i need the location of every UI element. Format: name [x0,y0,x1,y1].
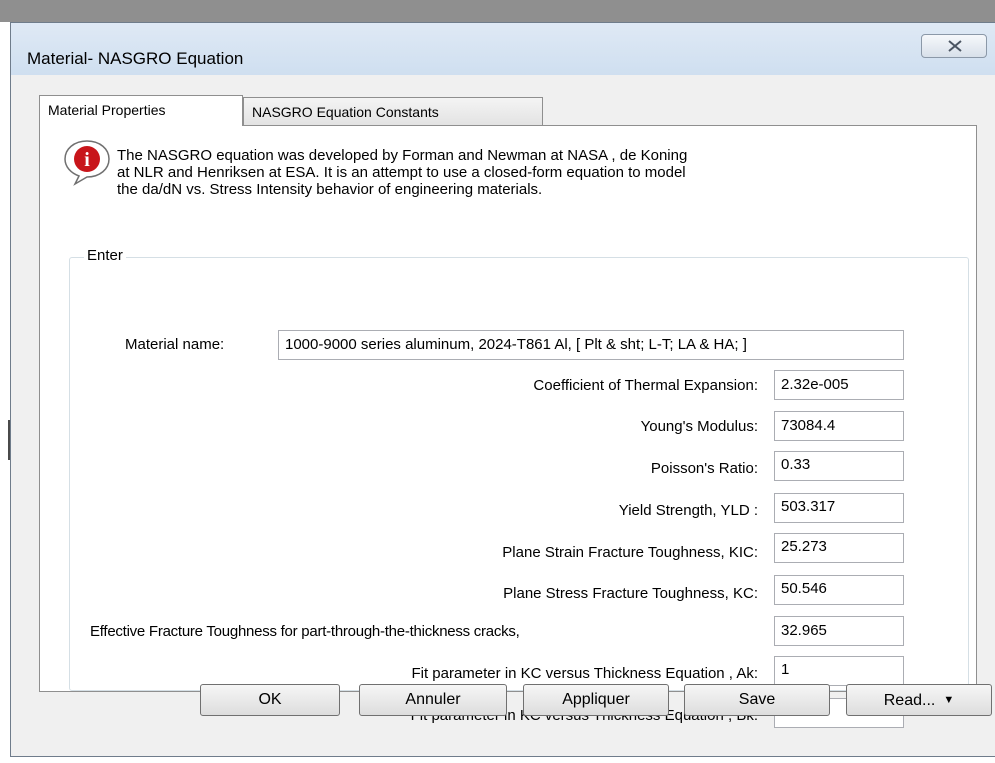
field-label: Fit parameter in KC versus Thickness Equ… [411,665,758,682]
yield-strength-field[interactable]: 503.317 [774,493,904,523]
ak-field[interactable]: 1 [774,656,904,686]
tab-material-properties[interactable]: Material Properties [39,95,243,126]
field-label: Coefficient of Thermal Expansion: [533,377,758,394]
desktop-background [0,0,995,22]
dialog-client-area: Material Properties NASGRO Equation Cons… [11,75,995,756]
youngs-modulus-field[interactable]: 73084.4 [774,411,904,441]
close-icon [948,40,962,52]
material-properties-panel: i The NASGRO equation was developed by F… [39,125,977,728]
material-name-label: Material name: [125,336,225,353]
ok-button[interactable]: OK [200,684,340,716]
field-label: Plane Strain Fracture Toughness, KIC: [502,544,758,561]
cancel-button[interactable]: Annuler [359,684,507,716]
info-line: at NLR and Henriksen at ESA. It is an at… [117,164,686,181]
groupbox-title: Enter [84,247,126,264]
title-bar[interactable]: Material- NASGRO Equation [11,23,995,75]
info-icon: i [64,140,110,186]
kic-field[interactable]: 25.273 [774,533,904,563]
kc-field[interactable]: 50.546 [774,575,904,605]
thermal-expansion-field[interactable]: 2.32e-005 [774,370,904,400]
close-button[interactable] [921,34,987,58]
read-button-label: Read... [883,692,936,709]
info-message: The NASGRO equation was developed by For… [117,147,957,198]
info-line: the da/dN vs. Stress Intensity behavior … [117,181,543,198]
field-label: Plane Stress Fracture Toughness, KC: [503,585,758,602]
field-label: Young's Modulus: [640,418,758,435]
info-line: The NASGRO equation was developed by For… [117,147,688,164]
read-menu-button[interactable]: Read... ▼ [846,684,992,716]
poissons-ratio-field[interactable]: 0.33 [774,451,904,481]
desktop-edge [0,22,10,763]
apply-button[interactable]: Appliquer [523,684,669,716]
field-label: Effective Fracture Toughness for part-th… [90,623,520,640]
dialog-window: Material- NASGRO Equation Material Prope… [10,22,995,757]
tab-nasgro-equation-constants[interactable]: NASGRO Equation Constants [243,97,543,125]
field-label: Poisson's Ratio: [650,460,758,477]
window-title: Material- NASGRO Equation [27,49,244,68]
material-name-field[interactable]: 1000-9000 series aluminum, 2024-T861 Al,… [278,330,904,360]
field-label: Yield Strength, YLD : [618,502,758,519]
effective-toughness-field[interactable]: 32.965 [774,616,904,646]
svg-text:i: i [84,149,90,171]
save-button[interactable]: Save [684,684,830,716]
dropdown-arrow-icon: ▼ [943,694,955,706]
